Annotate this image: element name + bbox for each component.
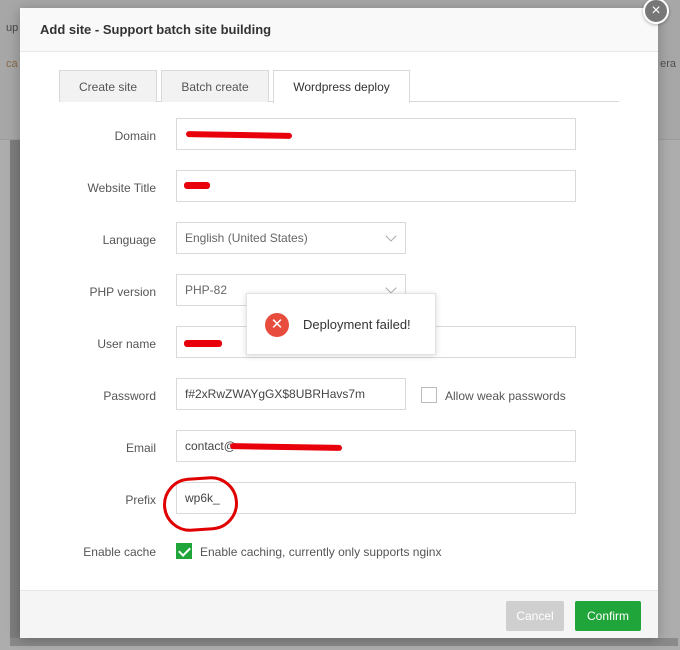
email-label: Email — [125, 441, 156, 455]
highlight-circle-annotation — [161, 474, 240, 534]
error-toast: ✕ Deployment failed! — [246, 293, 436, 355]
tab-batch-create[interactable]: Batch create — [161, 70, 269, 102]
enable-cache-checkbox[interactable] — [176, 543, 192, 559]
chevron-down-icon — [385, 282, 397, 294]
enable-cache-label: Enable cache — [83, 545, 156, 559]
toast-message: Deployment failed! — [303, 317, 411, 332]
allow-weak-passwords-label: Allow weak passwords — [445, 389, 566, 403]
prefix-label: Prefix — [125, 493, 156, 507]
user-name-label: User name — [97, 337, 156, 351]
enable-cache-checkbox-label: Enable caching, currently only supports … — [200, 545, 442, 559]
tab-bar: Create site Batch create Wordpress deplo… — [59, 70, 619, 103]
password-label: Password — [103, 389, 156, 403]
password-input[interactable]: f#2xRwZWAYgGX$8UBRHavs7m — [176, 378, 406, 410]
php-version-label: PHP version — [89, 285, 156, 299]
tab-create-site[interactable]: Create site — [59, 70, 157, 102]
dialog-title: Add site - Support batch site building — [20, 8, 658, 52]
tab-wordpress-deploy[interactable]: Wordpress deploy — [273, 70, 410, 103]
dialog-footer: Cancel Confirm — [20, 590, 658, 638]
domain-label: Domain — [114, 129, 156, 143]
add-site-dialog: Add site - Support batch site building C… — [20, 8, 658, 638]
redaction-mark — [184, 340, 222, 347]
website-title-label: Website Title — [87, 181, 156, 195]
allow-weak-passwords-checkbox[interactable] — [421, 387, 437, 403]
website-title-input[interactable] — [176, 170, 576, 202]
background-strip — [10, 140, 20, 640]
error-x-icon: ✕ — [265, 313, 289, 337]
language-select[interactable]: English (United States) — [176, 222, 406, 254]
redaction-mark — [184, 182, 210, 189]
chevron-down-icon — [385, 230, 397, 242]
confirm-button[interactable]: Confirm — [575, 601, 641, 631]
background-strip — [10, 638, 678, 646]
cancel-button[interactable]: Cancel — [506, 601, 564, 631]
language-label: Language — [102, 233, 156, 247]
